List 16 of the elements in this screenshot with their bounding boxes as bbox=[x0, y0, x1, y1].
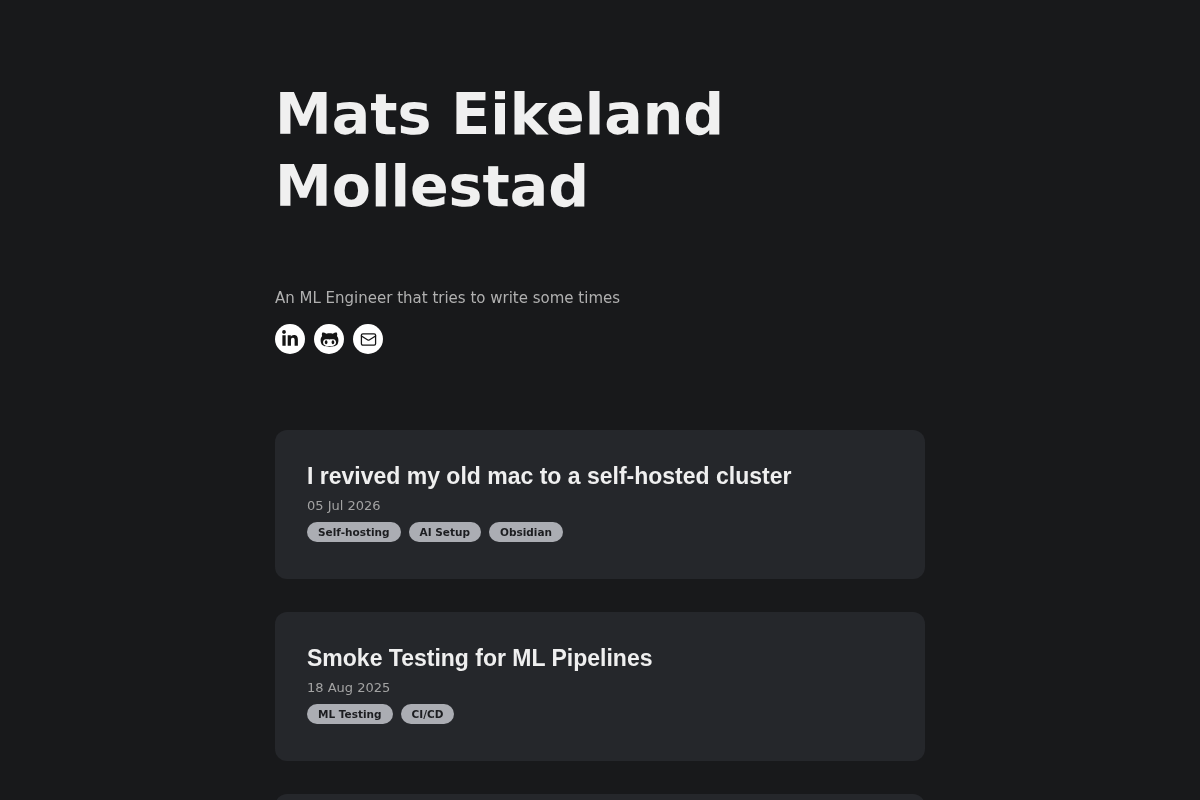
post-title: Smoke Testing for ML Pipelines bbox=[307, 644, 654, 673]
author-name: Mats Eikeland Mollestad bbox=[275, 80, 726, 221]
github-icon[interactable] bbox=[314, 324, 344, 354]
post-title: I revived my old mac to a self-hosted cluster bbox=[307, 462, 793, 491]
tag-chip: Self-hosting bbox=[307, 522, 401, 542]
post-date: 18 Aug 2025 bbox=[307, 679, 392, 697]
tag-chip: Obsidian bbox=[488, 522, 563, 542]
tagline: An ML Engineer that tries to write some times bbox=[275, 288, 622, 309]
post-card[interactable]: I revived my old mac to a self-hosted cluster 05 Jul 2026 Self-hosting AI Setup Obsidian bbox=[275, 430, 925, 579]
linkedin-icon[interactable] bbox=[275, 324, 305, 354]
tag-chip: ML Testing bbox=[307, 704, 393, 724]
post-date: 05 Jul 2026 bbox=[307, 497, 382, 515]
tag-chip: CI/CD bbox=[400, 704, 455, 724]
post-card[interactable]: Smoke Testing for ML Pipelines 18 Aug 2025 ML Testing CI/CD bbox=[275, 612, 925, 761]
tag-chip: AI Setup bbox=[408, 522, 481, 542]
mail-icon[interactable] bbox=[353, 324, 383, 354]
